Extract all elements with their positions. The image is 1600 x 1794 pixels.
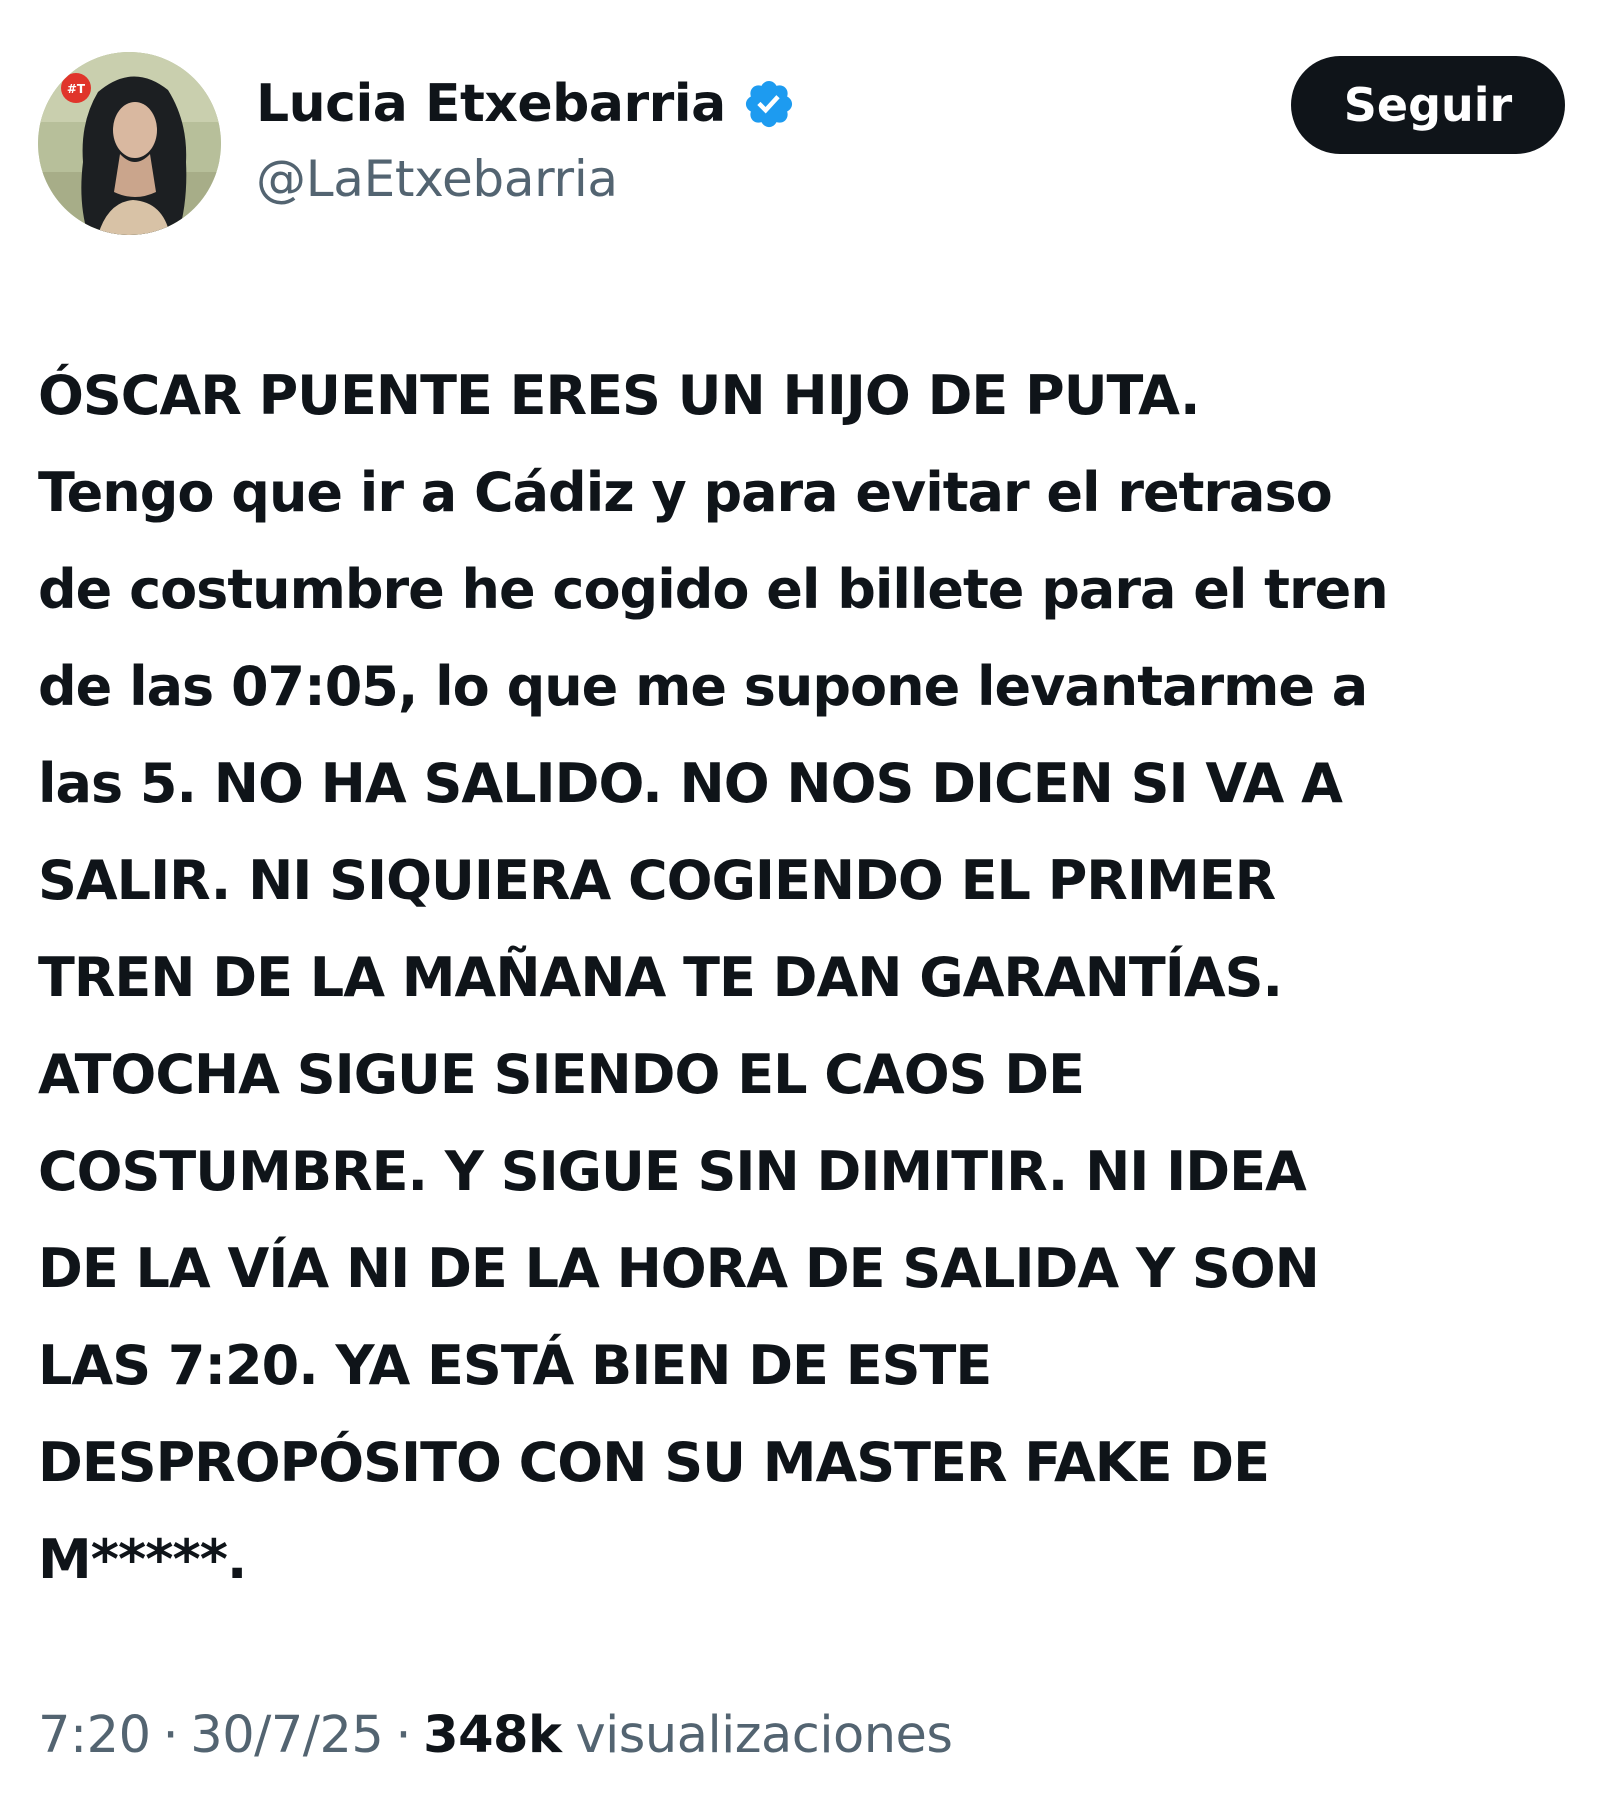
meta-separator: · xyxy=(395,1706,412,1765)
tweet-time[interactable]: 7:20 xyxy=(38,1706,151,1765)
tweet-text-line: M*****. xyxy=(38,1528,247,1591)
tweet-text-line: DESPROPÓSITO CON SU MASTER FAKE DE xyxy=(38,1431,1270,1494)
author-handle[interactable]: @LaEtxebarria xyxy=(256,150,618,208)
avatar-badge: #T xyxy=(67,82,86,96)
views-count: 348k xyxy=(423,1706,562,1765)
tweet-text-line: TREN DE LA MAÑANA TE DAN GARANTÍAS. xyxy=(38,946,1283,1009)
tweet-text-line: LAS 7:20. YA ESTÁ BIEN DE ESTE xyxy=(38,1334,992,1397)
avatar-image: #T xyxy=(38,52,221,235)
tweet-text-line: DE LA VÍA NI DE LA HORA DE SALIDA Y SON xyxy=(38,1237,1320,1300)
tweet-text-line: de costumbre he cogido el billete para e… xyxy=(38,558,1389,621)
tweet-text-line: SALIR. NI SIQUIERA COGIENDO EL PRIMER xyxy=(38,849,1276,912)
tweet-text-line: de las 07:05, lo que me supone levantarm… xyxy=(38,655,1368,718)
tweet-text-line: las 5. NO HA SALIDO. NO NOS DICEN SI VA … xyxy=(38,752,1343,815)
tweet-date[interactable]: 30/7/25 xyxy=(190,1706,384,1765)
tweet-text-line: COSTUMBRE. Y SIGUE SIN DIMITIR. NI IDEA xyxy=(38,1140,1307,1203)
views-label: visualizaciones xyxy=(575,1706,953,1765)
follow-button[interactable]: Seguir xyxy=(1291,56,1565,154)
meta-separator: · xyxy=(162,1706,179,1765)
author-name-row[interactable]: Lucia Etxebarria xyxy=(256,74,796,134)
tweet-text: ÓSCAR PUENTE ERES UN HIJO DE PUTA. Tengo… xyxy=(38,347,1568,1608)
tweet-meta: 7:20 · 30/7/25 · 348k visualizaciones xyxy=(38,1706,953,1765)
tweet-text-line: ÓSCAR PUENTE ERES UN HIJO DE PUTA. xyxy=(38,364,1201,427)
verified-badge-icon xyxy=(745,80,792,128)
author-name[interactable]: Lucia Etxebarria xyxy=(256,74,726,134)
tweet-text-line: Tengo que ir a Cádiz y para evitar el re… xyxy=(38,461,1333,524)
tweet-text-line: ATOCHA SIGUE SIENDO EL CAOS DE xyxy=(38,1043,1085,1106)
avatar[interactable]: #T xyxy=(38,52,221,235)
tweet-card: #T Lucia Etxebarria @LaEtxebarria Seguir… xyxy=(0,0,1600,1794)
